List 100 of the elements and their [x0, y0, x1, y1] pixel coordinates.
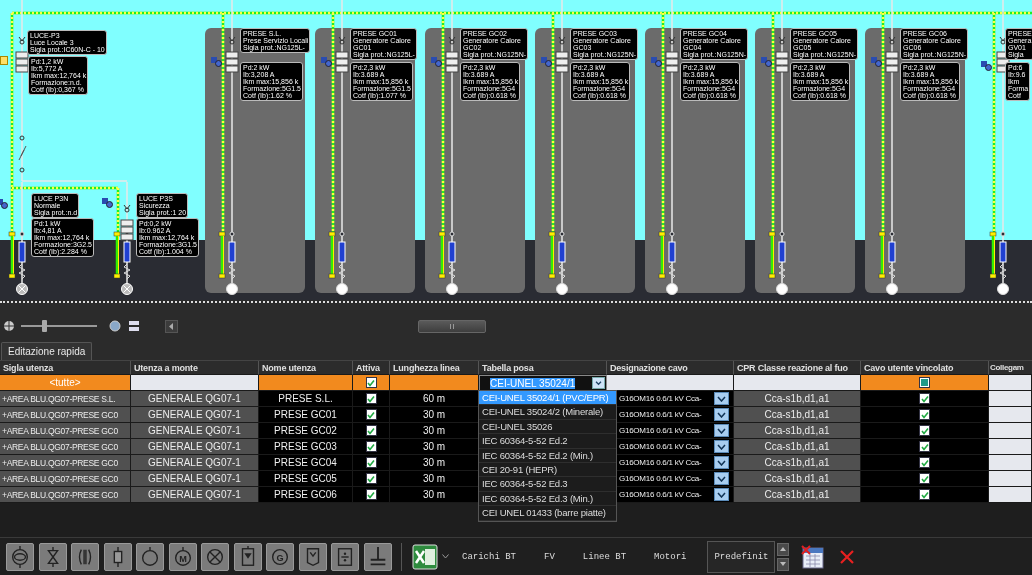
dropdown-button[interactable]	[714, 472, 729, 485]
spreadsheet-icon[interactable]	[412, 543, 438, 570]
column-header[interactable]: Lunghezza linea	[390, 361, 479, 375]
node-icon[interactable]	[651, 57, 662, 67]
dropdown-option[interactable]: IEC 60364-5-52 Ed.3 (Min.)	[479, 491, 616, 507]
category-tab[interactable]: FV	[537, 540, 562, 573]
dropdown-option[interactable]: CEI-UNEL 35026	[479, 419, 616, 435]
node-icon[interactable]	[761, 57, 772, 67]
checkbox[interactable]	[919, 409, 930, 420]
category-tab[interactable]: Predefinit	[707, 540, 776, 573]
checkbox[interactable]	[919, 457, 930, 468]
checkbox[interactable]	[365, 425, 377, 436]
close-icon[interactable]	[839, 548, 856, 565]
column-header[interactable]: Utenza a monte	[131, 361, 259, 375]
column-header[interactable]: Designazione cavo	[607, 361, 734, 375]
dropdown-button[interactable]	[714, 488, 729, 501]
feeder-drawing[interactable]	[8, 181, 28, 295]
scroll-left-button[interactable]	[165, 319, 178, 333]
scrollbar-thumb[interactable]	[418, 319, 486, 333]
category-tab[interactable]: Motori	[647, 540, 694, 573]
filter-cell[interactable]	[989, 375, 1032, 391]
checkbox[interactable]	[919, 393, 930, 404]
checkbox[interactable]	[365, 441, 377, 452]
dropdown-button[interactable]	[714, 456, 729, 469]
symbol-button[interactable]	[363, 542, 392, 571]
node-icon[interactable]	[981, 61, 992, 71]
tab[interactable]: Editazione rapida	[1, 342, 93, 360]
calendar-delete-icon[interactable]	[801, 544, 826, 569]
checkbox[interactable]	[919, 377, 930, 388]
node-icon[interactable]	[431, 57, 442, 67]
column-header[interactable]: Attiva	[353, 361, 390, 375]
node-icon[interactable]	[211, 57, 222, 67]
caret-icon[interactable]	[442, 554, 449, 559]
checkbox[interactable]	[365, 489, 377, 500]
node-icon[interactable]	[321, 57, 332, 67]
dropdown-button[interactable]	[714, 424, 729, 437]
dropdown-option[interactable]: CEI UNEL 01433 (barre piatte)	[479, 506, 616, 521]
filter-cell[interactable]	[390, 375, 479, 391]
checkbox[interactable]	[365, 473, 377, 484]
dropdown-button[interactable]	[714, 408, 729, 421]
slider-thumb[interactable]	[42, 320, 48, 332]
table-cell: +AREA BLU.QG07-PRESE GC0	[0, 407, 131, 423]
feeder-drawing[interactable]	[658, 0, 679, 295]
dropdown-option[interactable]: CEI-UNEL 35024/2 (Minerale)	[479, 405, 616, 420]
feeder-drawing[interactable]	[548, 0, 569, 295]
dropdown-option[interactable]: IEC 60364-5-52 Ed.2	[479, 434, 616, 449]
column-header[interactable]: Sigla utenza	[0, 361, 131, 375]
filter-cell[interactable]	[734, 375, 861, 391]
column-header[interactable]: Tabella posa	[479, 361, 607, 375]
column-header[interactable]: Cavo utente vincolato	[861, 361, 989, 375]
checkbox[interactable]	[365, 393, 377, 404]
node-icon[interactable]	[541, 57, 552, 67]
feeder-drawing[interactable]	[438, 0, 459, 295]
spin-down-button[interactable]	[777, 557, 790, 571]
category-tab[interactable]: Carichi BT	[455, 540, 523, 573]
spin-up-button[interactable]	[777, 542, 790, 556]
filter-cell[interactable]	[607, 375, 734, 391]
feeder-drawing[interactable]	[113, 181, 134, 295]
node-icon[interactable]	[0, 199, 8, 209]
column-header[interactable]: CPR Classe reazione al fuo	[734, 361, 861, 375]
column-header[interactable]: Nome utenza	[259, 361, 353, 375]
feeder-drawing[interactable]	[328, 0, 349, 295]
checkbox[interactable]	[365, 377, 377, 388]
list-icon[interactable]	[129, 321, 139, 331]
checkbox[interactable]	[365, 457, 377, 468]
feeder-drawing[interactable]	[218, 0, 239, 295]
dropdown-button[interactable]	[714, 392, 729, 405]
chevron-icon[interactable]	[592, 377, 605, 389]
checkbox[interactable]	[919, 473, 930, 484]
checkbox[interactable]	[919, 425, 930, 436]
checkbox[interactable]	[365, 409, 377, 420]
symbol-button[interactable]	[38, 542, 67, 571]
category-tab[interactable]: Linee BT	[575, 540, 634, 573]
filter-cell[interactable]	[131, 375, 259, 391]
column-header[interactable]: Collegam	[989, 361, 1032, 375]
dropdown-button[interactable]	[714, 440, 729, 453]
symbol-button[interactable]	[71, 542, 99, 571]
feeder-drawing[interactable]	[878, 0, 899, 295]
symbol-button[interactable]	[298, 542, 327, 571]
symbol-button[interactable]	[136, 542, 164, 571]
symbol-button[interactable]	[6, 542, 34, 571]
symbol-button[interactable]	[331, 542, 359, 571]
filter-cell[interactable]	[259, 375, 353, 391]
checkbox[interactable]	[919, 489, 930, 500]
dropdown-option[interactable]: IEC 60364-5-52 Ed.3	[479, 477, 616, 492]
dropdown-option[interactable]: CEI 20-91 (HEPR)	[479, 462, 616, 478]
feeder-drawing[interactable]	[768, 0, 789, 295]
zoom-fit-icon[interactable]	[3, 320, 15, 332]
symbol-button[interactable]	[103, 542, 132, 571]
checkbox[interactable]	[919, 441, 930, 452]
symbol-button[interactable]	[233, 542, 262, 571]
node-icon[interactable]	[871, 57, 882, 67]
node-icon[interactable]	[102, 198, 113, 208]
cable-designation-text: G16OM16 0.6/1 kV Cca-	[619, 410, 702, 419]
feeder-drawing[interactable]	[989, 0, 1010, 295]
note-icon[interactable]	[0, 56, 8, 65]
table-cell: Cca-s1b,d1,a1	[734, 487, 861, 503]
zoom-reset-icon[interactable]	[109, 320, 121, 332]
dropdown-option[interactable]: IEC 60364-5-52 Ed.2 (Min.)	[479, 448, 616, 463]
symbol-button[interactable]	[201, 542, 229, 571]
